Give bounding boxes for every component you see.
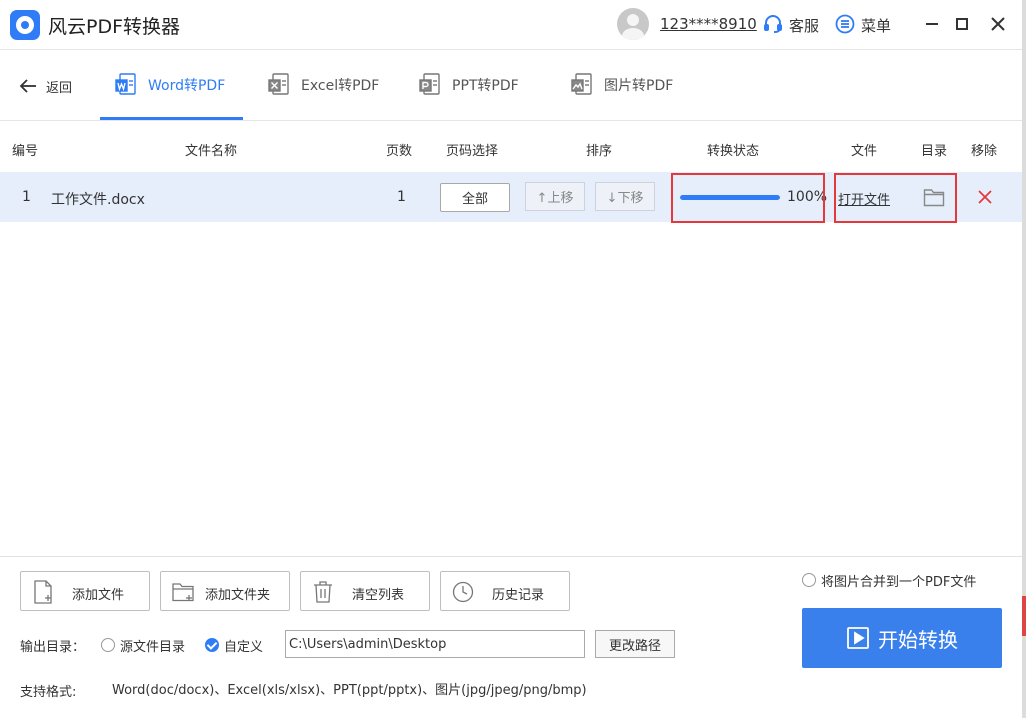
- supported-formats-label: 支持格式:: [20, 685, 77, 700]
- table-header: 编号 文件名称 页数 页码选择 排序 转换状态 文件 目录 移除: [0, 122, 1026, 172]
- row-index: 1: [22, 189, 31, 205]
- maximize-icon[interactable]: [950, 12, 974, 36]
- add-folder-button[interactable]: 添加文件夹: [160, 571, 290, 611]
- move-down-button[interactable]: ↓下移: [595, 182, 655, 211]
- merge-images-option[interactable]: 将图片合并到一个PDF文件: [802, 571, 977, 590]
- column-header: 页码选择: [446, 144, 499, 159]
- back-label: 返回: [46, 80, 73, 96]
- tab-bar: 返回 Word转PDF Excel转PDF PPT转PDF 图片转PDF: [0, 50, 1026, 121]
- word-file-icon: [115, 73, 136, 95]
- bottom-divider: [0, 556, 1026, 557]
- back-button[interactable]: 返回: [18, 75, 72, 97]
- app-logo-icon: [10, 10, 40, 40]
- tab-label: PPT转PDF: [452, 78, 519, 94]
- account-link[interactable]: 123****8910: [660, 15, 757, 33]
- minimize-icon[interactable]: [920, 12, 944, 36]
- excel-file-icon: [268, 73, 289, 95]
- service-label[interactable]: 客服: [789, 15, 819, 36]
- column-header: 编号: [12, 144, 39, 159]
- app-title: 风云PDF转换器: [48, 16, 181, 38]
- app-window: 风云PDF转换器 123****8910 客服 菜单 返回 Word转PDF E…: [0, 0, 1026, 718]
- clear-list-label: 清空列表: [352, 588, 405, 603]
- custom-dir-label: 自定义: [224, 639, 264, 655]
- supported-formats-value: Word(doc/docx)、Excel(xls/xlsx)、PPT(ppt/p…: [112, 683, 587, 698]
- column-header: 文件: [851, 144, 878, 159]
- history-label: 历史记录: [492, 588, 545, 603]
- output-dir-label: 输出目录：: [20, 640, 86, 655]
- background-window-edge-accent: [1022, 596, 1026, 636]
- source-dir-label: 源文件目录: [120, 639, 186, 655]
- custom-dir-radio[interactable]: [205, 638, 219, 652]
- arrow-left-icon: [19, 79, 36, 93]
- merge-images-label: 将图片合并到一个PDF文件: [821, 574, 977, 590]
- tab-label: Excel转PDF: [301, 78, 380, 94]
- tab-image-to-pdf[interactable]: 图片转PDF: [570, 68, 673, 102]
- column-header: 移除: [971, 144, 998, 159]
- column-header: 转换状态: [707, 144, 760, 159]
- table-row[interactable]: 1 工作文件.docx 1 全部 ↑上移 ↓下移 100% 打开文件: [0, 172, 1026, 223]
- column-header: 页数: [386, 144, 413, 159]
- source-dir-option[interactable]: 源文件目录: [101, 636, 186, 655]
- play-icon: [847, 627, 869, 649]
- menu-icon[interactable]: [835, 14, 855, 34]
- tab-excel-to-pdf[interactable]: Excel转PDF: [267, 68, 379, 102]
- tab-word-to-pdf[interactable]: Word转PDF: [114, 68, 225, 102]
- close-icon[interactable]: [986, 12, 1010, 36]
- clear-list-button[interactable]: 清空列表: [300, 571, 430, 611]
- page-select-button[interactable]: 全部: [440, 183, 510, 212]
- move-up-button[interactable]: ↑上移: [525, 182, 585, 211]
- history-button[interactable]: 历史记录: [440, 571, 570, 611]
- tab-label: Word转PDF: [148, 78, 226, 94]
- active-tab-indicator: [100, 117, 243, 120]
- avatar[interactable]: [617, 8, 649, 40]
- add-file-icon: [34, 580, 52, 604]
- change-path-button[interactable]: 更改路径: [595, 630, 675, 658]
- tab-ppt-to-pdf[interactable]: PPT转PDF: [418, 68, 519, 102]
- headset-icon[interactable]: [763, 14, 783, 34]
- start-convert-label: 开始转换: [878, 627, 958, 652]
- column-header: 排序: [586, 144, 613, 159]
- remove-icon[interactable]: [977, 189, 993, 205]
- column-header: 目录: [921, 144, 948, 159]
- trash-icon: [314, 581, 332, 603]
- row-filename: 工作文件.docx: [51, 192, 145, 208]
- image-file-icon: [571, 73, 592, 95]
- row-pages: 1: [397, 189, 406, 205]
- column-header: 文件名称: [185, 144, 238, 159]
- add-file-button[interactable]: 添加文件: [20, 571, 150, 611]
- merge-images-radio[interactable]: [802, 573, 816, 587]
- menu-label[interactable]: 菜单: [861, 15, 891, 36]
- source-dir-radio[interactable]: [101, 638, 115, 652]
- start-convert-button[interactable]: 开始转换: [802, 608, 1002, 668]
- highlight-box-status: [671, 173, 825, 223]
- ppt-file-icon: [419, 73, 440, 95]
- output-path-input[interactable]: [285, 630, 585, 658]
- add-folder-icon: [172, 583, 194, 602]
- custom-dir-option[interactable]: 自定义: [205, 636, 264, 655]
- add-folder-label: 添加文件夹: [205, 588, 271, 603]
- tab-label: 图片转PDF: [604, 78, 674, 94]
- title-bar: 风云PDF转换器 123****8910 客服 菜单: [0, 0, 1026, 50]
- add-file-label: 添加文件: [72, 588, 125, 603]
- highlight-box-file: [834, 173, 957, 223]
- clock-icon: [452, 581, 474, 603]
